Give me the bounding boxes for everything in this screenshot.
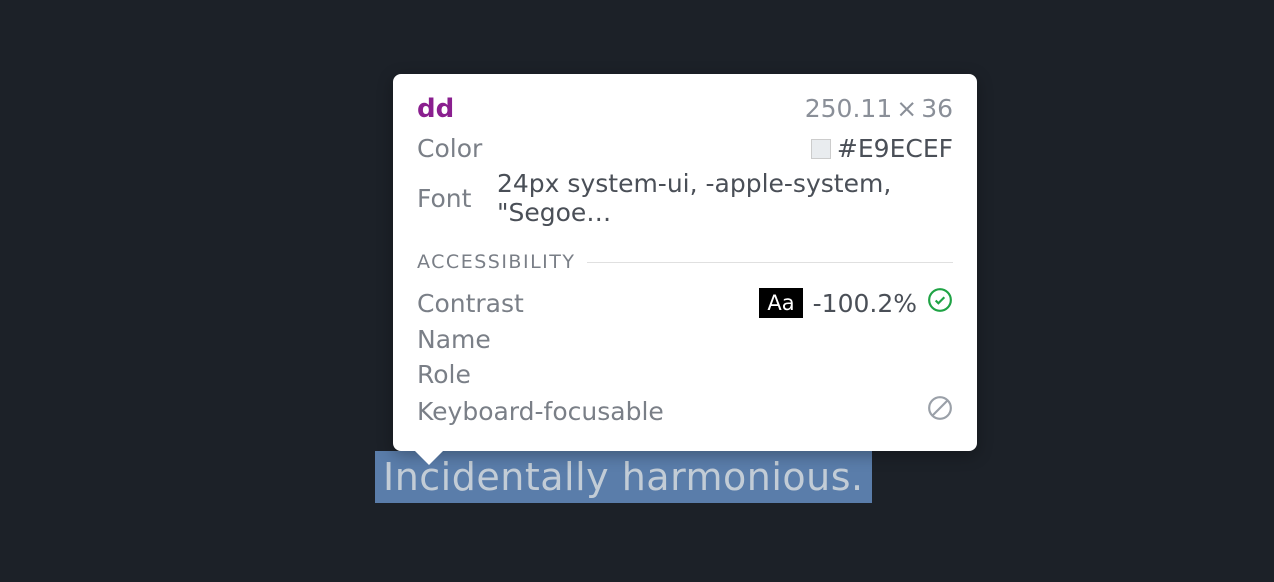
- inspector-tooltip: dd 250.11×36 Color #E9ECEF Font 24px sys…: [393, 74, 977, 451]
- font-label: Font: [417, 184, 497, 213]
- check-circle-icon: [927, 287, 953, 319]
- element-dimensions: 250.11×36: [805, 94, 953, 123]
- section-divider-line: [587, 262, 953, 263]
- contrast-value-wrap: Aa -100.2%: [759, 287, 953, 319]
- color-value-wrap: #E9ECEF: [811, 134, 953, 163]
- inspected-element[interactable]: Incidentally harmonious.: [375, 451, 872, 503]
- color-row: Color #E9ECEF: [417, 134, 953, 163]
- color-swatch-icon: [811, 139, 831, 159]
- contrast-aa-badge: Aa: [759, 288, 802, 318]
- name-label: Name: [417, 325, 497, 354]
- name-row: Name: [417, 325, 953, 354]
- color-label: Color: [417, 134, 497, 163]
- role-label: Role: [417, 360, 497, 389]
- dimension-height: 36: [921, 94, 953, 123]
- tooltip-header: dd 250.11×36: [417, 94, 953, 124]
- font-row: Font 24px system-ui, -apple-system, "Seg…: [417, 169, 953, 227]
- role-row: Role: [417, 360, 953, 389]
- accessibility-title: ACCESSIBILITY: [417, 251, 575, 273]
- accessibility-section-header: ACCESSIBILITY: [417, 251, 953, 273]
- color-value: #E9ECEF: [837, 134, 953, 163]
- dimension-width: 250.11: [805, 94, 892, 123]
- element-tag: dd: [417, 94, 454, 124]
- contrast-row: Contrast Aa -100.2%: [417, 287, 953, 319]
- contrast-label: Contrast: [417, 289, 497, 318]
- keyboard-row: Keyboard-focusable: [417, 395, 953, 427]
- keyboard-label: Keyboard-focusable: [417, 397, 664, 426]
- dimension-times: ×: [896, 94, 917, 123]
- contrast-percent: -100.2%: [813, 289, 917, 318]
- prohibit-icon: [927, 395, 953, 427]
- font-value: 24px system-ui, -apple-system, "Segoe…: [497, 169, 953, 227]
